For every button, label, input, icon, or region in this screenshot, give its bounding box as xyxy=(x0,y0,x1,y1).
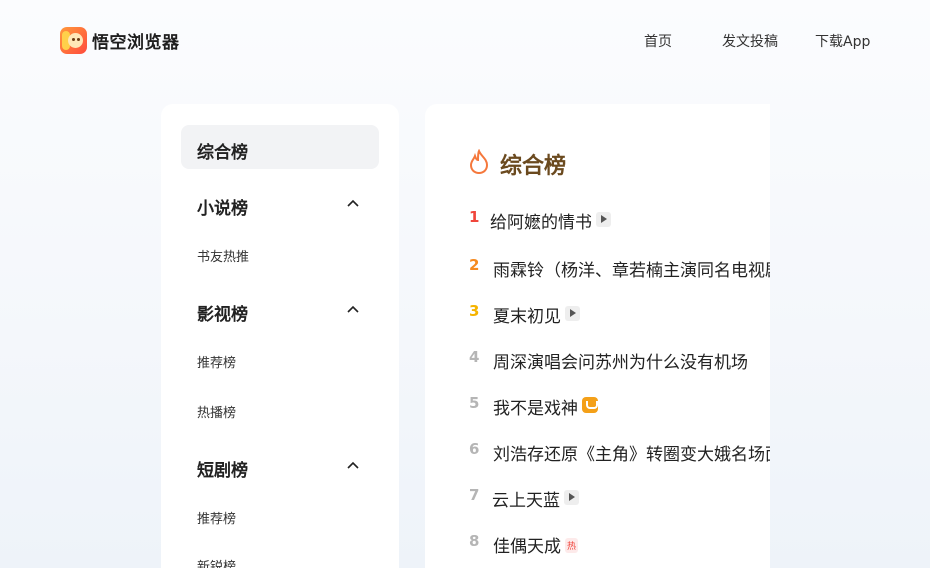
wukong-logo-icon xyxy=(60,27,87,54)
rank-title[interactable]: 云上天蓝 xyxy=(492,486,579,511)
rank-title-text: 夏末初见 xyxy=(493,307,561,327)
rank-title-text: 佳偶天成 xyxy=(493,537,561,557)
rank-number: 5 xyxy=(469,394,480,412)
rank-title-text: 刘浩存还原《主角》转圈变大娥名场面 xyxy=(493,445,770,465)
sidebar-item-book-hot[interactable]: 书友热推 xyxy=(197,246,249,265)
brand-logo[interactable]: 悟空浏览器 xyxy=(60,27,180,54)
rank-title[interactable]: 给阿嬷的情书 xyxy=(490,208,611,233)
sidebar-item-drama-recommend[interactable]: 推荐榜 xyxy=(197,508,236,527)
ranking-panel: 综合榜 1 给阿嬷的情书 2 雨霖铃（杨洋、章若楠主演同名电视剧） 3 夏末初见 4 周深演唱… xyxy=(425,104,770,568)
ranking-row[interactable]: 4 周深演唱会问苏州为什么没有机场 xyxy=(425,348,770,373)
ranking-row[interactable]: 8 佳偶天成热 xyxy=(425,532,770,557)
rank-title[interactable]: 刘浩存还原《主角》转圈变大娥名场面 xyxy=(493,440,770,465)
rank-title[interactable]: 我不是戏神 xyxy=(493,394,598,419)
sidebar-group-short-drama[interactable]: 短剧榜 xyxy=(197,456,248,481)
rank-title[interactable]: 雨霖铃（杨洋、章若楠主演同名电视剧） xyxy=(493,256,770,281)
rank-number: 1 xyxy=(469,208,480,226)
ranking-row[interactable]: 5 我不是戏神 xyxy=(425,394,770,419)
rank-title-text: 给阿嬷的情书 xyxy=(490,213,592,233)
nav-submit-article[interactable]: 发文投稿 xyxy=(722,31,778,51)
rank-title-text: 周深演唱会问苏州为什么没有机场 xyxy=(493,353,748,373)
rank-number: 2 xyxy=(469,256,480,274)
chevron-up-icon[interactable] xyxy=(347,304,359,316)
ranking-row[interactable]: 3 夏末初见 xyxy=(425,302,770,327)
rank-title-text: 雨霖铃（杨洋、章若楠主演同名电视剧） xyxy=(493,261,770,281)
nav-home[interactable]: 首页 xyxy=(644,31,672,51)
top-header: 悟空浏览器 首页 发文投稿 下载App xyxy=(0,0,930,80)
ranking-row[interactable]: 1 给阿嬷的情书 xyxy=(425,208,770,233)
chevron-up-icon[interactable] xyxy=(347,460,359,472)
rank-number: 3 xyxy=(469,302,480,320)
chevron-up-icon[interactable] xyxy=(347,198,359,210)
fire-icon xyxy=(469,149,489,175)
sidebar-item-drama-new[interactable]: 新锐榜 xyxy=(197,556,236,568)
rank-title-text: 我不是戏神 xyxy=(493,399,578,419)
sidebar-group-film[interactable]: 影视榜 xyxy=(197,300,248,325)
rank-title[interactable]: 夏末初见 xyxy=(493,302,580,327)
rank-title-text: 云上天蓝 xyxy=(492,491,560,511)
ranking-sidebar: 综合榜 小说榜 书友热推 影视榜 推荐榜 热播榜 短剧榜 推荐榜 新锐榜 xyxy=(161,104,399,568)
play-icon xyxy=(565,306,580,321)
brand-name: 悟空浏览器 xyxy=(92,33,180,53)
play-icon xyxy=(564,490,579,505)
sidebar-item-film-hot[interactable]: 热播榜 xyxy=(197,402,236,421)
update-badge-icon xyxy=(582,397,598,413)
sidebar-item-overall-label: 综合榜 xyxy=(197,143,248,163)
ranking-row[interactable]: 7 云上天蓝 xyxy=(425,486,770,511)
rank-title[interactable]: 周深演唱会问苏州为什么没有机场 xyxy=(493,348,748,373)
ranking-row[interactable]: 6 刘浩存还原《主角》转圈变大娥名场面 xyxy=(425,440,770,465)
ranking-row[interactable]: 2 雨霖铃（杨洋、章若楠主演同名电视剧） xyxy=(425,256,770,281)
rank-number: 4 xyxy=(469,348,480,366)
nav-download-app[interactable]: 下载App xyxy=(815,31,870,51)
rank-number: 7 xyxy=(469,486,480,504)
play-icon xyxy=(596,212,611,227)
hot-badge: 热 xyxy=(565,538,579,553)
panel-title: 综合榜 xyxy=(500,154,567,179)
sidebar-group-novel[interactable]: 小说榜 xyxy=(197,194,248,219)
sidebar-item-film-recommend[interactable]: 推荐榜 xyxy=(197,352,236,371)
rank-number: 6 xyxy=(469,440,480,458)
rank-number: 8 xyxy=(469,532,480,550)
rank-title[interactable]: 佳偶天成热 xyxy=(493,532,579,557)
